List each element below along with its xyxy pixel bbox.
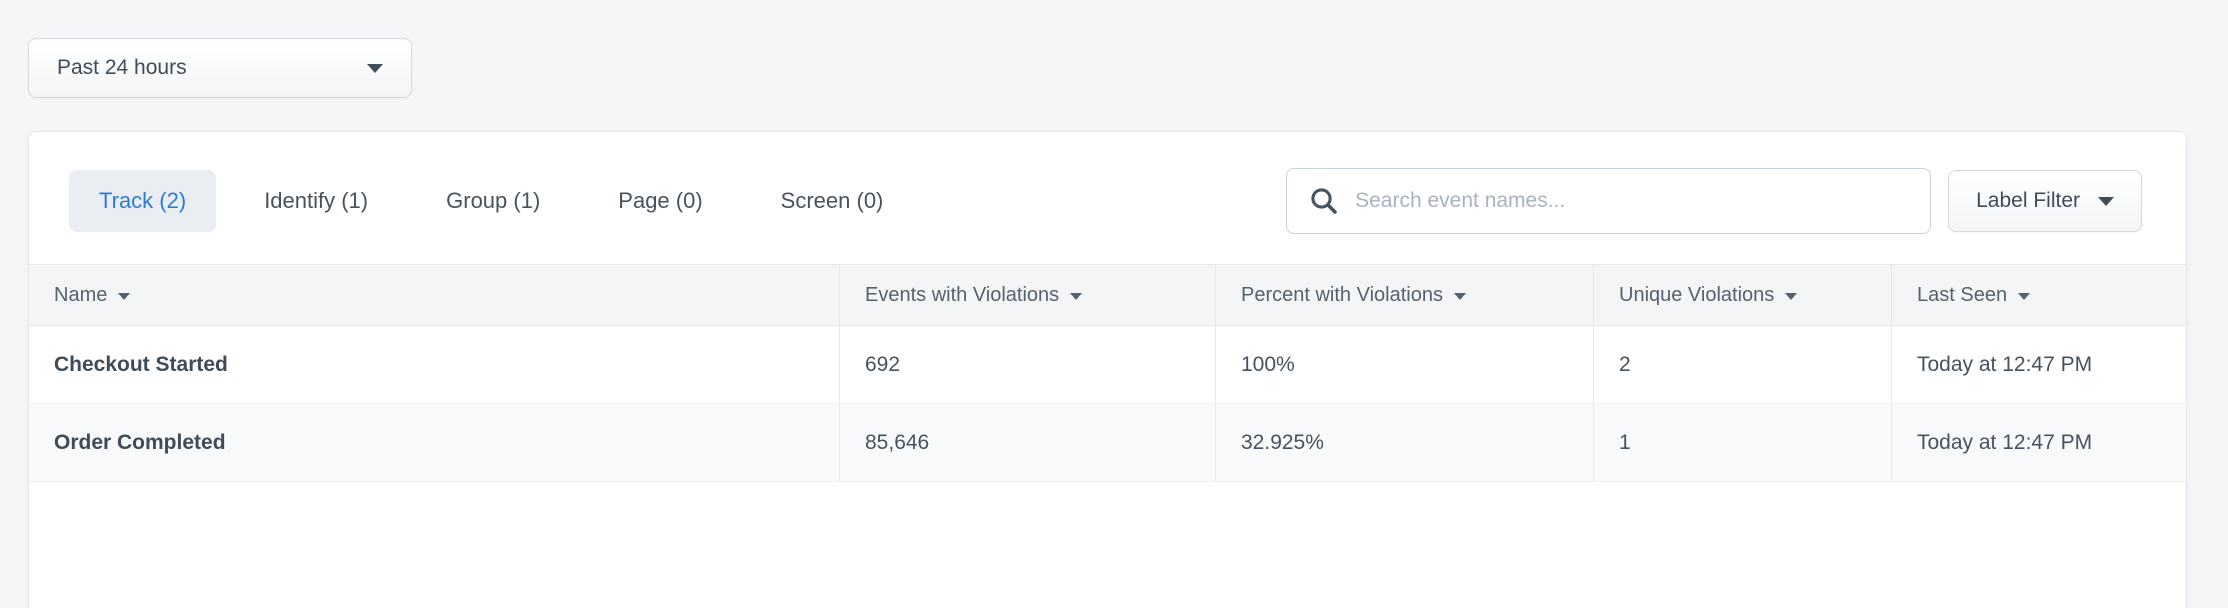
column-header-label: Name	[54, 284, 107, 307]
column-header-unique-violations[interactable]: Unique Violations	[1593, 265, 1891, 325]
toolbar: Track (2) Identify (1) Group (1) Page (0…	[29, 132, 2186, 235]
tab-group[interactable]: Group (1)	[416, 170, 570, 232]
column-header-events-with-violations[interactable]: Events with Violations	[839, 265, 1215, 325]
label-filter-button[interactable]: Label Filter	[1948, 170, 2142, 232]
tab-identify[interactable]: Identify (1)	[234, 170, 398, 232]
toolbar-right: Label Filter	[1286, 168, 2142, 234]
time-range-picker[interactable]: Past 24 hours	[28, 38, 412, 98]
column-header-label: Percent with Violations	[1241, 284, 1443, 307]
table-row-checkout-started[interactable]: Checkout Started 692 100% 2 Today at 12:…	[29, 326, 2186, 404]
tab-screen[interactable]: Screen (0)	[751, 170, 914, 232]
cell-unique-violations: 2	[1593, 326, 1891, 403]
search-icon	[1309, 186, 1339, 216]
event-type-tabs: Track (2) Identify (1) Group (1) Page (0…	[69, 170, 913, 232]
column-header-name[interactable]: Name	[29, 265, 839, 325]
cell-events-with-violations: 692	[839, 326, 1215, 403]
column-header-label: Last Seen	[1917, 284, 2007, 307]
tab-track[interactable]: Track (2)	[69, 170, 216, 232]
column-header-last-seen[interactable]: Last Seen	[1891, 265, 2186, 325]
column-header-label: Events with Violations	[865, 284, 1059, 307]
sort-caret-icon	[1454, 293, 1466, 300]
table-row-order-completed[interactable]: Order Completed 85,646 32.925% 1 Today a…	[29, 404, 2186, 482]
cell-last-seen: Today at 12:47 PM	[1891, 404, 2186, 481]
cell-last-seen: Today at 12:47 PM	[1891, 326, 2186, 403]
chevron-down-icon	[367, 64, 383, 73]
column-header-percent-with-violations[interactable]: Percent with Violations	[1215, 265, 1593, 325]
sort-caret-icon	[1070, 293, 1082, 300]
cell-events-with-violations: 85,646	[839, 404, 1215, 481]
chevron-down-icon	[2098, 197, 2114, 206]
sort-caret-icon	[1785, 293, 1797, 300]
tab-page[interactable]: Page (0)	[588, 170, 732, 232]
sort-caret-icon	[118, 293, 130, 300]
violations-card: Track (2) Identify (1) Group (1) Page (0…	[28, 131, 2187, 608]
search-box[interactable]	[1286, 168, 1931, 234]
sort-caret-icon	[2018, 293, 2030, 300]
cell-name: Order Completed	[29, 404, 839, 481]
search-input[interactable]	[1355, 189, 1908, 213]
cell-name: Checkout Started	[29, 326, 839, 403]
cell-percent-with-violations: 32.925%	[1215, 404, 1593, 481]
column-header-label: Unique Violations	[1619, 284, 1774, 307]
cell-unique-violations: 1	[1593, 404, 1891, 481]
label-filter-text: Label Filter	[1976, 189, 2080, 213]
time-range-value: Past 24 hours	[57, 56, 187, 80]
table-header-row: Name Events with Violations Percent with…	[29, 264, 2186, 326]
violations-table: Name Events with Violations Percent with…	[29, 264, 2186, 482]
cell-percent-with-violations: 100%	[1215, 326, 1593, 403]
